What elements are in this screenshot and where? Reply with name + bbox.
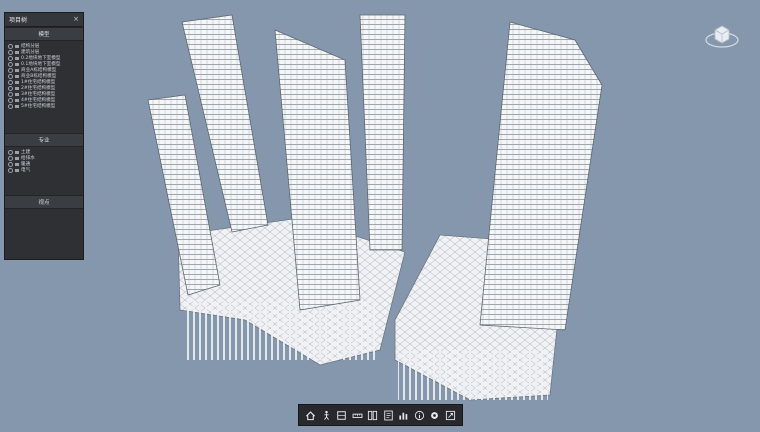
- explode-button[interactable]: [366, 408, 380, 422]
- project-tree-panel: 项目树 × 模型 结构分层 建筑分层 0.2地块地下室模型 0.1地块地下室模型 商业A栋…: [4, 12, 84, 260]
- tree-list: 结构分层 建筑分层 0.2地块地下室模型 0.1地块地下室模型 商业A栋结构模型 商业B栋…: [5, 41, 83, 133]
- eye-icon[interactable]: [8, 97, 13, 103]
- folder-icon: [15, 162, 19, 166]
- walk-button[interactable]: [319, 408, 333, 422]
- viewcube-icon[interactable]: [702, 20, 742, 52]
- chart-icon: [399, 412, 408, 420]
- panel-sections: 模型 结构分层 建筑分层 0.2地块地下室模型 0.1地块地下室模型 商业A栋结构模型 商业…: [5, 27, 83, 253]
- eye-icon[interactable]: [8, 155, 13, 161]
- section-title[interactable]: 视点: [5, 195, 83, 209]
- panel-header: 项目树 ×: [5, 13, 83, 27]
- tree-list: 土建 给排水 暖通 电气: [5, 147, 83, 195]
- folder-icon: [15, 86, 19, 90]
- folder-icon: [15, 80, 19, 84]
- eye-icon[interactable]: [8, 49, 13, 55]
- close-icon[interactable]: ×: [73, 16, 79, 23]
- eye-icon[interactable]: [8, 103, 13, 109]
- settings-icon: [431, 411, 439, 419]
- properties-icon: [384, 410, 393, 420]
- folder-icon: [15, 56, 19, 60]
- home-icon: [306, 410, 316, 420]
- eye-icon[interactable]: [8, 67, 13, 73]
- explode-icon: [368, 410, 378, 420]
- eye-icon[interactable]: [8, 91, 13, 97]
- measure-icon: [352, 413, 363, 418]
- section-title[interactable]: 专业: [5, 133, 83, 147]
- folder-icon: [15, 168, 19, 172]
- section-box-button[interactable]: [335, 408, 349, 422]
- info-icon: [414, 410, 424, 420]
- building-model: [147, 14, 603, 401]
- section-box-icon: [337, 410, 347, 420]
- folder-icon: [15, 44, 19, 48]
- folder-icon: [15, 68, 19, 72]
- eye-icon[interactable]: [8, 43, 13, 49]
- folder-icon: [15, 98, 19, 102]
- tree-list: [5, 209, 83, 253]
- eye-icon[interactable]: [8, 79, 13, 85]
- tower-4: [359, 14, 406, 251]
- folder-icon: [15, 92, 19, 96]
- home-button[interactable]: [304, 408, 318, 422]
- chart-button[interactable]: [397, 408, 411, 422]
- walk-icon: [323, 410, 329, 420]
- tree-item[interactable]: 5#住宅结构模型: [8, 103, 80, 109]
- fullscreen-button[interactable]: [443, 408, 457, 422]
- measure-button[interactable]: [350, 408, 364, 422]
- eye-icon[interactable]: [8, 149, 13, 155]
- settings-button[interactable]: [428, 408, 442, 422]
- eye-icon[interactable]: [8, 167, 13, 173]
- eye-icon[interactable]: [8, 61, 13, 67]
- fullscreen-icon: [445, 410, 455, 420]
- panel-title: 项目树: [9, 17, 28, 24]
- bottom-toolbar: [298, 404, 463, 426]
- properties-button[interactable]: [381, 408, 395, 422]
- info-button[interactable]: [412, 408, 426, 422]
- folder-icon: [15, 50, 19, 54]
- folder-icon: [15, 156, 19, 160]
- tree-item-label: 5#住宅结构模型: [21, 104, 56, 109]
- tower-5: [479, 21, 603, 331]
- eye-icon[interactable]: [8, 73, 13, 79]
- tree-item[interactable]: 电气: [8, 167, 80, 173]
- eye-icon[interactable]: [8, 161, 13, 167]
- 3d-viewport[interactable]: [0, 0, 760, 428]
- eye-icon[interactable]: [8, 85, 13, 91]
- folder-icon: [15, 104, 19, 108]
- folder-icon: [15, 74, 19, 78]
- tree-item-label: 电气: [21, 168, 31, 173]
- folder-icon: [15, 62, 19, 66]
- eye-icon[interactable]: [8, 55, 13, 61]
- section-title[interactable]: 模型: [5, 27, 83, 41]
- folder-icon: [15, 150, 19, 154]
